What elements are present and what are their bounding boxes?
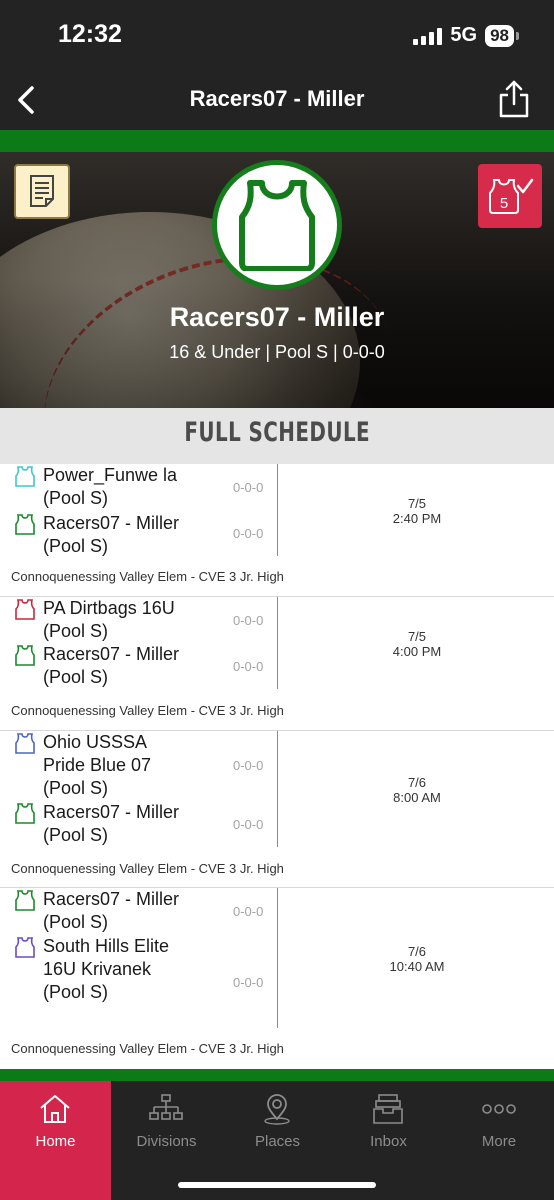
game-card[interactable]: PA Dirtbags 16U (Pool S) 0-0-0 Racers07 …	[0, 597, 554, 731]
game-time: 10:40 AM	[389, 959, 445, 974]
jersey-icon	[15, 514, 35, 535]
team-name: PA Dirtbags 16U (Pool S)	[43, 598, 175, 641]
team-record: 0-0-0	[233, 659, 264, 674]
home-icon	[40, 1095, 70, 1123]
jersey-icon	[15, 803, 35, 824]
roster-button[interactable]: 5	[478, 164, 542, 228]
team-name: South Hills Elite 16U Krivanek (Pool S)	[43, 936, 170, 1002]
game-datetime: 7/6 10:40 AM	[280, 944, 554, 974]
team-name: Power_Funwe la (Pool S)	[43, 465, 178, 508]
team-name: Racers07 - Miller (Pool S)	[43, 802, 180, 845]
game-time: 8:00 AM	[393, 790, 441, 805]
team-name: Racers07 - Miller	[169, 302, 385, 332]
brand-strip	[0, 130, 554, 152]
tab-label: Divisions	[136, 1133, 197, 1150]
tab-label: Home	[35, 1133, 76, 1150]
tab-label: Inbox	[370, 1133, 407, 1150]
team-name: Racers07 - Miller (Pool S)	[43, 513, 180, 556]
schedule-title: FULL SCHEDULE	[184, 417, 370, 448]
share-button[interactable]	[496, 78, 532, 120]
jersey-icon	[15, 890, 35, 911]
battery-icon: 98	[485, 24, 519, 47]
jersey-icon	[15, 937, 35, 958]
more-icon	[482, 1104, 516, 1114]
svg-text:5: 5	[500, 195, 508, 212]
game-datetime: 7/5 4:00 PM	[280, 629, 554, 659]
team-info: 16 & Under | Pool S | 0-0-0	[169, 342, 385, 362]
status-time: 12:32	[58, 20, 122, 48]
notes-button[interactable]	[14, 164, 70, 219]
tab-home[interactable]: Home	[0, 1081, 111, 1200]
jersey-icon	[15, 466, 35, 487]
game-date: 7/5	[407, 496, 427, 511]
game-card[interactable]: Racers07 - Miller (Pool S) 0-0-0 South H…	[0, 888, 554, 1069]
divisions-icon	[149, 1094, 183, 1120]
game-datetime: 7/6 8:00 AM	[280, 775, 554, 805]
roster-check-icon: 5	[489, 178, 534, 214]
places-icon	[264, 1094, 290, 1125]
home-indicator	[178, 1182, 376, 1188]
game-date: 7/6	[407, 944, 427, 959]
game-card[interactable]: Power_Funwe la (Pool S) 0-0-0 Racers07 -…	[0, 464, 554, 597]
brand-strip	[0, 1069, 554, 1081]
inbox-icon	[373, 1094, 403, 1124]
game-card[interactable]: Ohio USSSA Pride Blue 07 (Pool S) 0-0-0 …	[0, 731, 554, 888]
divider	[277, 597, 278, 689]
team-record: 0-0-0	[233, 526, 264, 541]
schedule-header: FULL SCHEDULE	[0, 408, 554, 464]
game-time: 4:00 PM	[392, 644, 442, 659]
team-name: Ohio USSSA Pride Blue 07 (Pool S)	[43, 732, 152, 798]
game-date: 7/6	[407, 775, 427, 790]
tab-label: More	[481, 1133, 517, 1150]
game-location: Connoquenessing Valley Elem - CVE 3 Jr. …	[11, 703, 284, 718]
tab-more[interactable]: More	[444, 1081, 554, 1200]
tab-label: Places	[254, 1133, 301, 1150]
jersey-icon	[15, 645, 35, 666]
signal-icon	[413, 27, 443, 45]
team-logo	[212, 160, 342, 290]
team-record: 0-0-0	[233, 613, 264, 628]
game-location: Connoquenessing Valley Elem - CVE 3 Jr. …	[11, 1041, 284, 1056]
jersey-icon	[15, 733, 35, 754]
game-datetime: 7/5 2:40 PM	[280, 496, 554, 526]
team-record: 0-0-0	[233, 817, 264, 832]
game-date: 7/5	[407, 629, 427, 644]
game-location: Connoquenessing Valley Elem - CVE 3 Jr. …	[11, 569, 284, 584]
team-record: 0-0-0	[233, 480, 264, 495]
team-record: 0-0-0	[233, 975, 264, 990]
nav-bar: Racers07 - Miller	[0, 72, 554, 130]
game-location: Connoquenessing Valley Elem - CVE 3 Jr. …	[11, 861, 284, 876]
team-record: 0-0-0	[233, 904, 264, 919]
jersey-icon	[239, 180, 315, 271]
team-name: Racers07 - Miller (Pool S)	[43, 889, 180, 932]
status-bar: 12:32 5G 98	[0, 0, 554, 72]
jersey-icon	[15, 599, 35, 620]
divider	[277, 731, 278, 847]
team-record: 0-0-0	[233, 758, 264, 773]
team-hero: 5 Racers07 - Miller 16 & Under | Pool S …	[0, 152, 554, 408]
network-type: 5G	[450, 24, 478, 46]
team-name: Racers07 - Miller (Pool S)	[43, 644, 180, 687]
status-indicators: 5G 98	[413, 24, 519, 47]
notes-icon	[30, 175, 54, 207]
page-title: Racers07 - Miller	[189, 86, 365, 111]
game-time: 2:40 PM	[392, 511, 442, 526]
share-icon	[499, 80, 529, 118]
divider	[277, 888, 278, 1028]
divider	[277, 464, 278, 556]
